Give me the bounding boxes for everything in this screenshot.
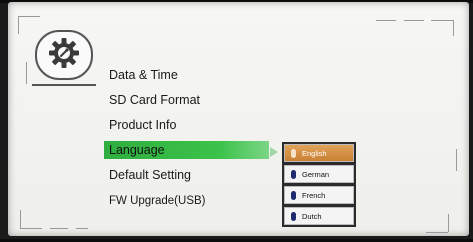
- frame-dash-line: [376, 20, 396, 21]
- language-option-label: French: [302, 190, 326, 200]
- language-option-label: Dutch: [302, 211, 322, 221]
- frame-corner-line: [453, 20, 454, 36]
- language-option-german[interactable]: German: [284, 165, 354, 183]
- language-option-label: German: [302, 169, 330, 179]
- frame-corner-line: [426, 232, 448, 233]
- frame-corner-line: [431, 20, 453, 21]
- frame-side-line: [26, 62, 27, 84]
- language-option-french[interactable]: French: [284, 186, 354, 204]
- language-option-dutch[interactable]: Dutch: [284, 207, 354, 225]
- submenu-arrow-icon: [270, 147, 278, 157]
- frame-dash-line: [76, 228, 88, 229]
- menu-item-date-time[interactable]: Data & Time: [104, 66, 274, 84]
- mic-icon: [291, 148, 296, 158]
- language-submenu: English German French Dutch: [282, 142, 356, 227]
- settings-badge: [35, 30, 93, 80]
- settings-screen: Data & Time SD Card Format Product Info …: [8, 2, 469, 236]
- frame-corner-line: [448, 214, 449, 232]
- menu-item-fw-upgrade[interactable]: FW Upgrade(USB): [104, 192, 274, 210]
- frame-dash-line: [50, 228, 68, 229]
- language-option-english[interactable]: English: [284, 144, 354, 162]
- mic-icon: [291, 211, 296, 221]
- menu-item-default-setting[interactable]: Default Setting: [104, 166, 274, 184]
- menu-item-product-info[interactable]: Product Info: [104, 116, 274, 134]
- frame-corner-line: [20, 210, 21, 228]
- menu-item-language[interactable]: Language: [104, 141, 269, 159]
- language-option-label: English: [302, 148, 327, 158]
- mic-icon: [291, 190, 296, 200]
- frame-corner-line: [18, 16, 40, 17]
- gear-icon: [48, 37, 80, 74]
- mic-icon: [291, 169, 296, 179]
- frame-corner-line: [18, 16, 19, 34]
- frame-side-line: [456, 149, 457, 171]
- badge-underline: [32, 84, 96, 86]
- frame-corner-line: [20, 228, 42, 229]
- frame-dash-line: [404, 20, 424, 21]
- menu-item-sd-card-format[interactable]: SD Card Format: [104, 91, 274, 109]
